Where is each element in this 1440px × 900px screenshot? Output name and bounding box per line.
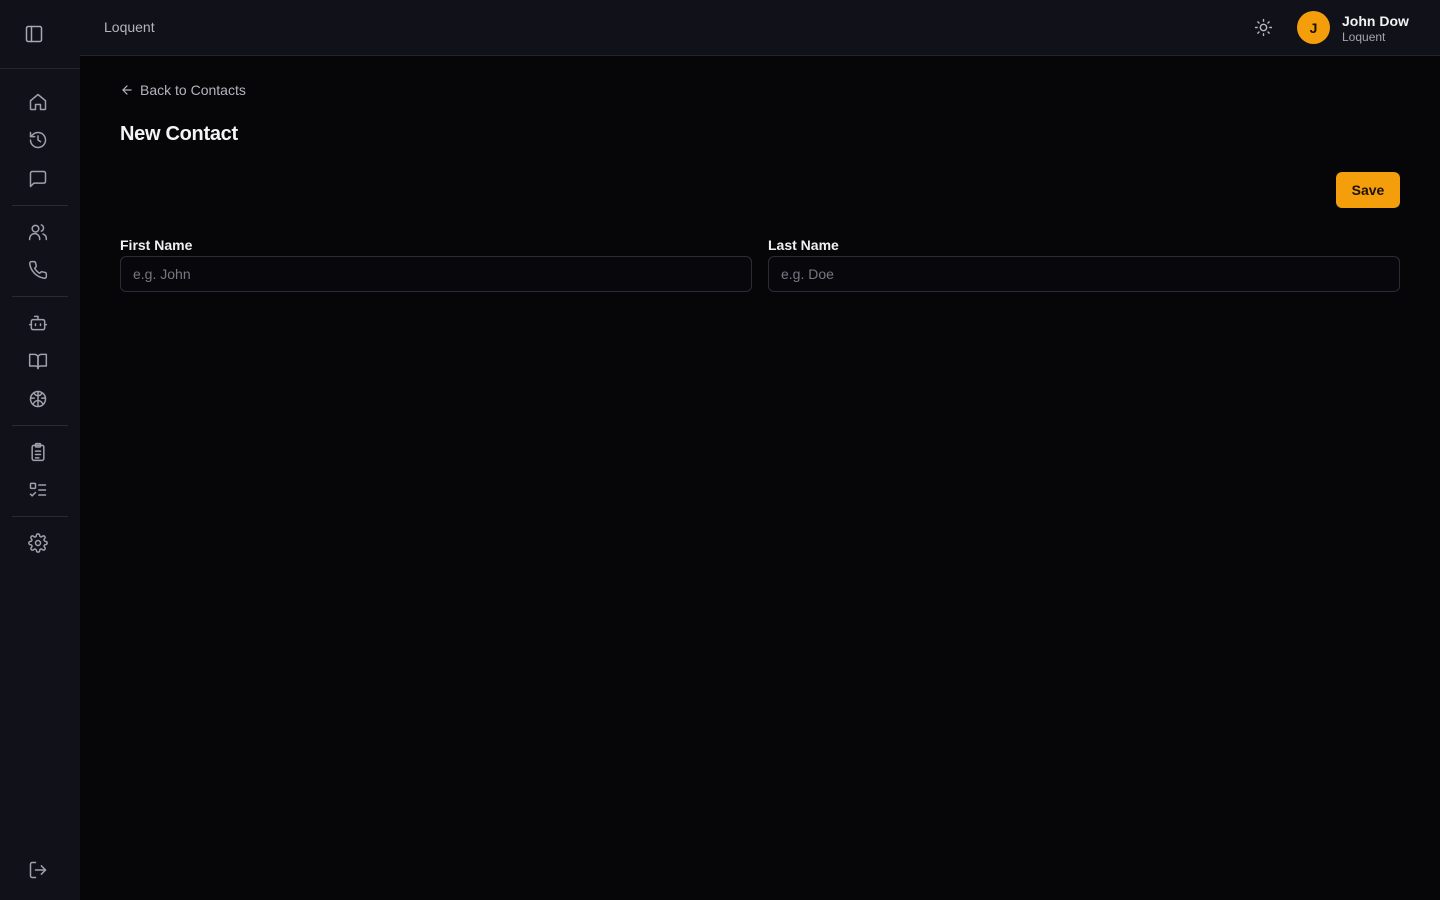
user-organization: Loquent	[1342, 30, 1386, 44]
sidebar	[0, 0, 80, 900]
nav-divider	[12, 296, 68, 297]
nav-divider	[12, 205, 68, 206]
brain-icon[interactable]	[28, 389, 48, 409]
back-link-label: Back to Contacts	[140, 82, 246, 98]
checklist-icon[interactable]	[28, 480, 48, 500]
user-name: John Dow	[1342, 13, 1409, 29]
logout-icon[interactable]	[28, 860, 48, 880]
users-icon[interactable]	[28, 222, 48, 242]
arrow-left-icon	[120, 83, 134, 97]
message-icon[interactable]	[28, 169, 48, 189]
avatar[interactable]: J	[1297, 11, 1330, 44]
sun-icon[interactable]	[1254, 18, 1273, 37]
back-to-contacts-link[interactable]: Back to Contacts	[120, 82, 246, 98]
top-header: Loquent J John Dow Loquent	[80, 0, 1440, 56]
sidebar-toggle-icon[interactable]	[24, 24, 44, 44]
nav-divider	[12, 516, 68, 517]
history-icon[interactable]	[28, 130, 48, 150]
home-icon[interactable]	[28, 92, 48, 112]
page-title: New Contact	[120, 123, 238, 145]
first-name-label: First Name	[120, 237, 193, 253]
brand-name: Loquent	[104, 19, 155, 35]
last-name-label: Last Name	[768, 237, 839, 253]
sidebar-divider	[0, 68, 80, 69]
bot-icon[interactable]	[28, 313, 48, 333]
save-button[interactable]: Save	[1336, 172, 1400, 208]
phone-icon[interactable]	[28, 260, 48, 280]
last-name-input[interactable]	[768, 256, 1400, 292]
clipboard-icon[interactable]	[28, 442, 48, 462]
first-name-input[interactable]	[120, 256, 752, 292]
gear-icon[interactable]	[28, 533, 48, 553]
nav-divider	[12, 425, 68, 426]
book-icon[interactable]	[28, 351, 48, 371]
